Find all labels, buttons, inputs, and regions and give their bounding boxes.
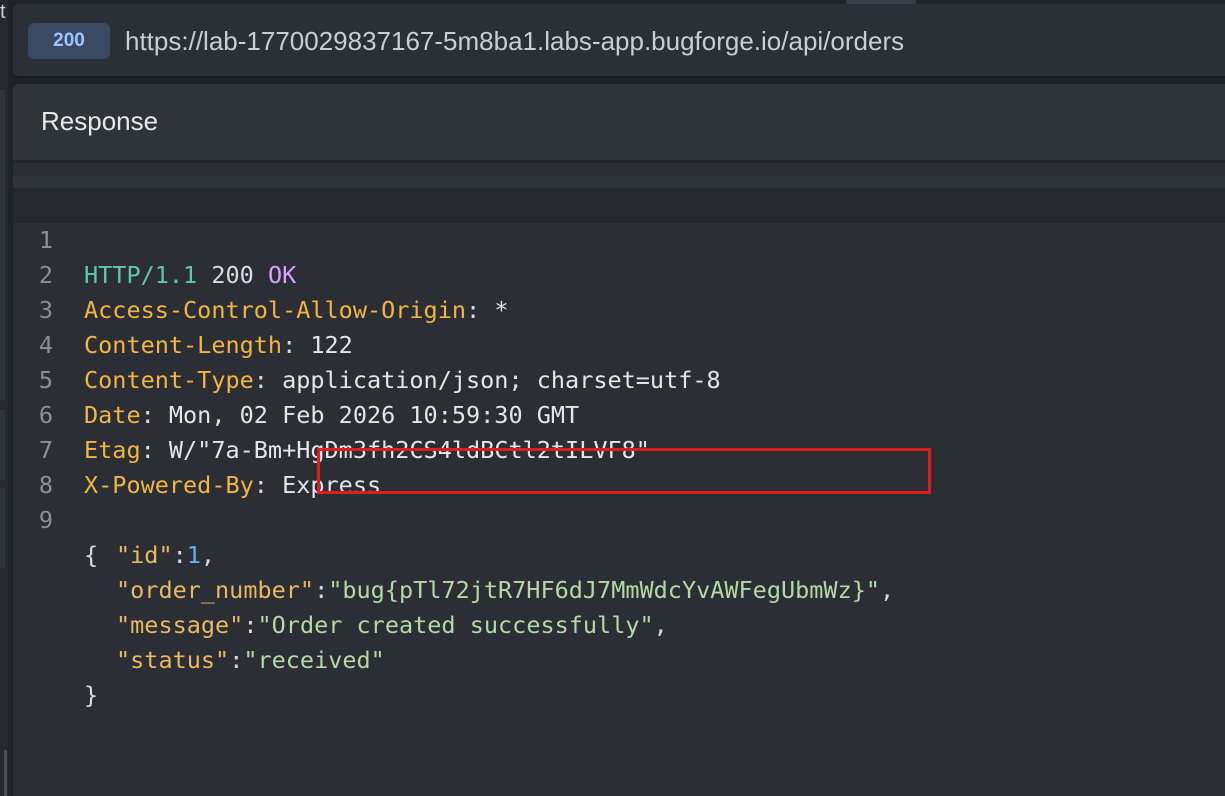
left-edge-divider xyxy=(0,410,5,480)
response-panel: Response 1 HTTP/1.1 200 OK 2 Access-Cont… xyxy=(13,84,1225,796)
code-line: 4 Content-Type: application/json; charse… xyxy=(13,293,1225,394)
left-edge-divider xyxy=(0,488,5,568)
code-line: 7 X-Powered-By: Express xyxy=(13,398,1225,499)
code-line: 5 Date: Mon, 02 Feb 2026 10:59:30 GMT xyxy=(13,328,1225,429)
response-panel-header: Response xyxy=(13,84,1225,163)
highlight-annotation-box xyxy=(317,448,931,494)
scrollbar[interactable] xyxy=(4,750,7,796)
request-url[interactable]: https://lab-1770029837167-5m8ba1.labs-ap… xyxy=(125,26,904,56)
json-field: "id":1, xyxy=(116,541,216,569)
json-field: "message":"Order created successfully", xyxy=(116,611,668,639)
left-edge-text: t xyxy=(0,1,6,23)
code-line: 2 Access-Control-Allow-Origin: * xyxy=(13,223,1225,324)
json-field: "order_number":"bug{pTl72jtR7HF6dJ7MmWdc… xyxy=(116,576,895,604)
json-field: "status":"received" xyxy=(116,646,385,674)
json-close-brace: } xyxy=(84,681,99,709)
code-line: } xyxy=(13,643,1225,709)
left-edge-panel: t xyxy=(0,0,8,796)
left-edge-divider xyxy=(0,90,5,400)
response-panel-title: Response xyxy=(41,106,159,136)
code-line: 3 Content-Length: 122 xyxy=(13,258,1225,359)
code-line: 6 Etag: W/"7a-Bm+HgDm3fh2CS4ldBCtl2tILVF… xyxy=(13,363,1225,464)
app-window: t 200 https://lab-1770029837167-5m8ba1.l… xyxy=(0,0,1225,796)
request-url-bar: 200 https://lab-1770029837167-5m8ba1.lab… xyxy=(13,4,1225,78)
status-code-badge: 200 xyxy=(28,23,110,59)
code-line: 1 HTTP/1.1 200 OK xyxy=(13,188,1225,289)
panel-divider xyxy=(13,176,1225,188)
